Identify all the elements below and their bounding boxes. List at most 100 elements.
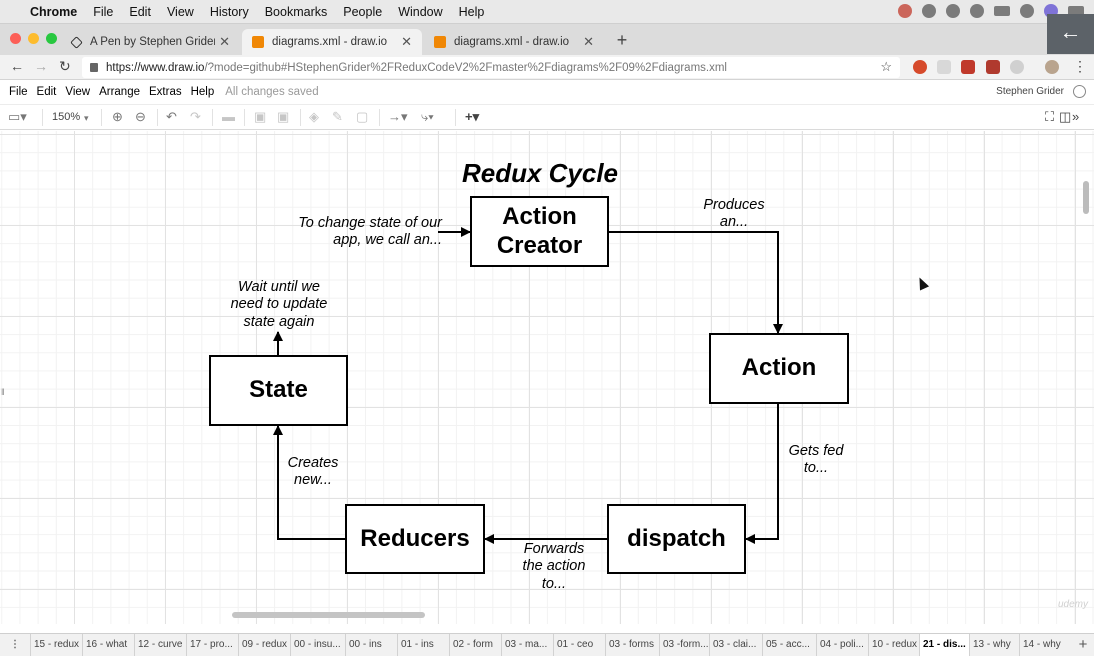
drawio-menu-arrange[interactable]: Arrange: [99, 86, 140, 98]
drawio-menu-extras[interactable]: Extras: [149, 86, 182, 98]
node-action-creator[interactable]: Action Creator: [470, 196, 609, 267]
note-creates[interactable]: Creates new...: [281, 455, 345, 490]
page-tab[interactable]: 05 - acc...: [762, 634, 816, 656]
node-state[interactable]: State: [209, 355, 348, 426]
to-back-icon[interactable]: ▣: [277, 109, 289, 125]
diagram-canvas[interactable]: Redux Cycle Action Creator Action dispat…: [0, 131, 1094, 624]
waypoints-icon[interactable]: ⤷▾: [421, 109, 434, 125]
note-to-change-state[interactable]: To change state of our app, we call an..…: [294, 215, 442, 250]
record-icon[interactable]: [898, 4, 912, 18]
minimize-window-icon[interactable]: [28, 33, 39, 44]
profile-avatar[interactable]: [1045, 60, 1059, 74]
to-front-icon[interactable]: ▣: [254, 109, 266, 125]
extension-badge-icon[interactable]: [986, 60, 1000, 74]
drawio-menu-file[interactable]: File: [9, 86, 28, 98]
close-icon[interactable]: ✕: [583, 34, 594, 50]
page-tab[interactable]: 15 - redux: [30, 634, 82, 656]
zoom-in-icon[interactable]: ⊕: [112, 109, 123, 125]
lastpass-icon[interactable]: [961, 60, 975, 74]
back-arrow-icon[interactable]: ←: [1047, 14, 1094, 54]
url-field[interactable]: https://www.draw.io/?mode=github#HStephe…: [82, 57, 900, 78]
insert-plus-icon[interactable]: +▾: [465, 109, 479, 125]
page-tab[interactable]: 13 - why: [969, 634, 1019, 656]
page-tab[interactable]: 16 - what: [82, 634, 134, 656]
drawio-menu-edit[interactable]: Edit: [37, 86, 57, 98]
fullscreen-icon[interactable]: ⛶: [1045, 109, 1054, 125]
page-tab[interactable]: 01 - ceo: [553, 634, 605, 656]
browser-tab-drawio-active[interactable]: diagrams.xml - draw.io ✕: [242, 29, 422, 55]
zoom-select[interactable]: 150%: [52, 111, 80, 123]
menu-edit[interactable]: Edit: [129, 5, 151, 19]
node-reducers[interactable]: Reducers: [345, 504, 485, 574]
redo-icon[interactable]: ↷: [190, 109, 201, 125]
more-menu-icon[interactable]: ⋮: [1073, 58, 1087, 75]
page-tab[interactable]: 01 - ins: [397, 634, 449, 656]
page-tab[interactable]: 10 - redux: [868, 634, 919, 656]
page-tab[interactable]: 00 - ins: [345, 634, 397, 656]
menu-people[interactable]: People: [343, 5, 382, 19]
page-tab[interactable]: 17 - pro...: [186, 634, 238, 656]
browser-tab-drawio[interactable]: diagrams.xml - draw.io ✕: [424, 29, 604, 55]
format-panel-icon[interactable]: ▭▾: [8, 109, 27, 125]
page-tab[interactable]: 12 - curve: [134, 634, 186, 656]
note-gets-fed[interactable]: Gets fed to...: [782, 443, 850, 478]
pages-menu-icon[interactable]: ⋮: [0, 634, 30, 656]
menu-history[interactable]: History: [210, 5, 249, 19]
reload-icon[interactable]: ↻: [59, 58, 71, 75]
forward-icon[interactable]: →: [34, 58, 48, 74]
bookmark-star-icon[interactable]: ☆: [880, 59, 892, 75]
page-tab[interactable]: 14 - why: [1019, 634, 1069, 656]
menu-window[interactable]: Window: [398, 5, 442, 19]
page-tab[interactable]: 03 - forms: [605, 634, 659, 656]
line-color-icon[interactable]: ✎: [332, 109, 343, 125]
close-window-icon[interactable]: [10, 33, 21, 44]
menu-help[interactable]: Help: [459, 5, 485, 19]
maximize-window-icon[interactable]: [46, 33, 57, 44]
vertical-scrollbar[interactable]: [1083, 181, 1089, 214]
css-extension-icon[interactable]: [937, 60, 951, 74]
docker-icon[interactable]: [946, 4, 960, 18]
menu-app-name[interactable]: Chrome: [30, 5, 77, 19]
shadow-icon[interactable]: ▢: [356, 109, 368, 125]
back-icon[interactable]: ←: [10, 58, 24, 74]
edge-action-creator-to-action[interactable]: [608, 231, 783, 334]
node-action[interactable]: Action: [709, 333, 849, 404]
page-tab[interactable]: 09 - redux: [238, 634, 290, 656]
drawio-menu-help[interactable]: Help: [191, 86, 215, 98]
page-tab[interactable]: 00 - insu...: [290, 634, 345, 656]
battery-icon[interactable]: [994, 6, 1010, 16]
fill-color-icon[interactable]: ◈: [309, 109, 319, 125]
glasses-icon[interactable]: [922, 4, 936, 18]
page-tab[interactable]: 02 - form: [449, 634, 501, 656]
node-dispatch[interactable]: dispatch: [607, 504, 746, 574]
user-menu[interactable]: Stephen Grider: [996, 86, 1064, 97]
diagram-title[interactable]: Redux Cycle: [440, 158, 640, 189]
extension-icon[interactable]: [913, 60, 927, 74]
sidebar-resize-handle[interactable]: ‖: [1, 387, 5, 397]
add-page-button[interactable]: +: [1072, 634, 1094, 656]
menu-view[interactable]: View: [167, 5, 194, 19]
panel-toggle-icon[interactable]: ◫: [1059, 109, 1071, 125]
menu-file[interactable]: File: [93, 5, 113, 19]
note-forwards[interactable]: Forwards the action to...: [517, 541, 591, 593]
wifi-icon[interactable]: [970, 4, 984, 18]
note-produces[interactable]: Produces an...: [695, 197, 773, 232]
page-tab[interactable]: 04 - poli...: [816, 634, 868, 656]
browser-tab-codepen[interactable]: A Pen by Stephen Grider ✕: [60, 29, 240, 55]
zoom-out-icon[interactable]: ⊖: [135, 109, 146, 125]
page-tab[interactable]: 03 - ma...: [501, 634, 553, 656]
menu-bookmarks[interactable]: Bookmarks: [265, 5, 328, 19]
close-icon[interactable]: ✕: [401, 34, 412, 50]
chevron-down-icon[interactable]: ▾: [84, 113, 89, 124]
page-tab[interactable]: 03 -form...: [659, 634, 709, 656]
connection-style-icon[interactable]: →▾: [388, 109, 408, 125]
new-tab-button[interactable]: +: [612, 30, 632, 51]
close-icon[interactable]: ✕: [219, 34, 230, 50]
page-tab[interactable]: 21 - dis...: [919, 634, 969, 656]
collapse-chevron-icon[interactable]: »: [1072, 109, 1079, 124]
undo-icon[interactable]: ↶: [166, 109, 177, 125]
note-wait[interactable]: Wait until we need to update state again: [224, 279, 334, 331]
drawio-menu-view[interactable]: View: [65, 86, 90, 98]
language-globe-icon[interactable]: [1073, 85, 1086, 98]
search-icon[interactable]: [1020, 4, 1034, 18]
